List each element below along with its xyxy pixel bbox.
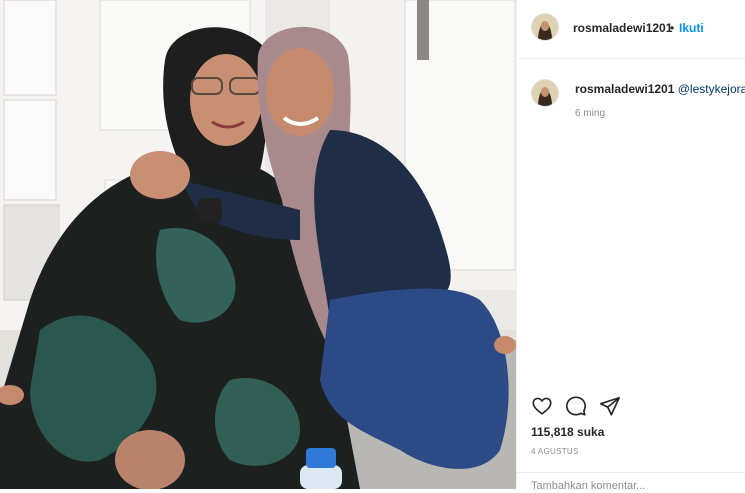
user-avatar[interactable] (532, 14, 558, 40)
caption-username[interactable]: rosmaladewi1201 (575, 82, 674, 96)
caption-line: rosmaladewi1201 @lestykejora (575, 82, 745, 96)
avatar-image (532, 80, 558, 106)
caption-avatar[interactable] (532, 80, 558, 106)
caption-timestamp[interactable]: 6 ming (575, 108, 605, 119)
post-photo[interactable] (0, 0, 516, 489)
comment-icon (566, 396, 586, 416)
share-button[interactable] (599, 395, 621, 417)
caption-mention[interactable]: @lestykejora (678, 82, 745, 96)
header-separator: • (670, 21, 675, 35)
share-icon (600, 396, 620, 416)
post-header: rosmaladewi1201 • Ikuti (517, 0, 745, 59)
header-username[interactable]: rosmaladewi1201 (573, 21, 672, 35)
comment-button[interactable] (565, 395, 587, 417)
post-sidebar: rosmaladewi1201 • Ikuti rosmaladewi1201 … (516, 0, 745, 493)
avatar-image (532, 14, 558, 40)
comment-input[interactable] (531, 479, 731, 493)
comment-bar (517, 472, 745, 493)
post-date[interactable]: 4 AGUSTUS (531, 447, 579, 456)
likes-count[interactable]: 115,818 suka (531, 425, 604, 439)
heart-icon (532, 397, 552, 415)
post-image (0, 0, 516, 489)
follow-button[interactable]: Ikuti (679, 21, 704, 35)
like-button[interactable] (531, 395, 553, 417)
